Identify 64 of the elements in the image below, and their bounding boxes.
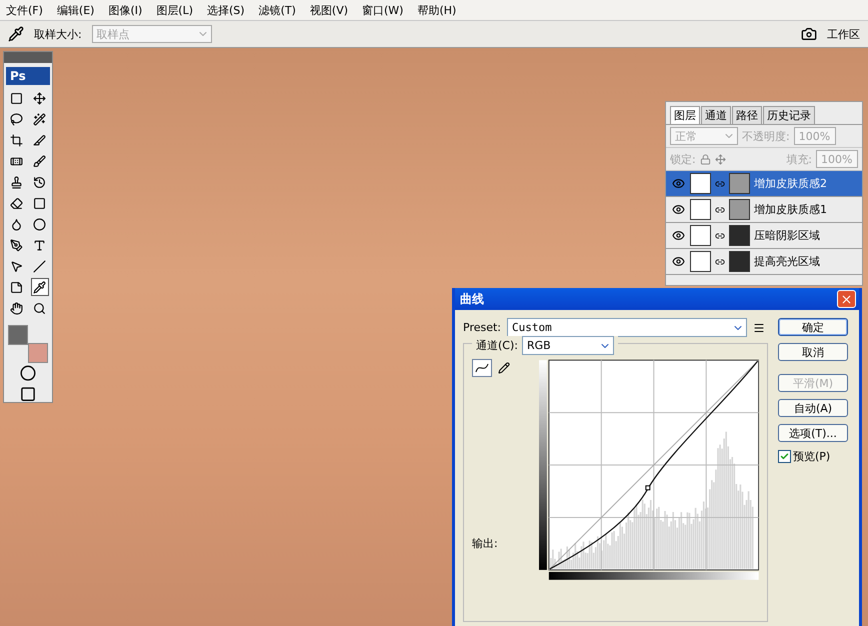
pencil-icon[interactable] — [498, 362, 510, 374]
layer-row[interactable]: 增加皮肤质感2 — [666, 171, 862, 197]
menu-item[interactable]: 帮助(H) — [417, 2, 456, 18]
layer-row[interactable]: 提高亮光区域 — [666, 249, 862, 275]
preset-dropdown[interactable]: Custom — [507, 318, 748, 337]
panel-tab[interactable]: 图层 — [670, 106, 700, 124]
dialog-button[interactable]: 选项(T)... — [778, 424, 848, 442]
dialog-button[interactable]: 取消 — [778, 343, 848, 361]
close-button[interactable] — [837, 290, 856, 308]
eye-icon[interactable] — [672, 203, 684, 216]
quick-mask-icon[interactable] — [19, 365, 37, 382]
eyedropper-icon[interactable] — [30, 278, 48, 296]
layer-name: 压暗阴影区域 — [754, 228, 820, 243]
layer-row[interactable]: 增加皮肤质感1 — [666, 197, 862, 223]
preset-label: Preset: — [463, 321, 502, 334]
channel-label: 通道(C): — [476, 338, 518, 353]
dialog-title: 曲线 — [460, 290, 484, 308]
panel-tab[interactable]: 通道 — [701, 106, 731, 124]
menu-item[interactable]: 窗口(W) — [362, 2, 404, 18]
list-menu-icon[interactable] — [753, 322, 766, 334]
opacity-label: 不透明度: — [742, 128, 790, 144]
output-label: 输出: — [472, 536, 499, 551]
eye-icon[interactable] — [672, 229, 684, 242]
curve-tool-button[interactable] — [472, 359, 492, 377]
fill-label: 填充: — [786, 152, 812, 166]
workspace-button[interactable]: 工作区 — [827, 26, 860, 42]
color-swatch[interactable] — [28, 343, 48, 364]
link-icon — [715, 178, 725, 188]
screen-mode-icon[interactable] — [19, 386, 37, 402]
eye-icon[interactable] — [672, 255, 684, 268]
curves-thumbnail — [690, 199, 711, 220]
camera-icon[interactable] — [801, 26, 817, 42]
panel-tab[interactable]: 路径 — [732, 106, 762, 124]
link-icon — [715, 230, 725, 240]
layer-name: 增加皮肤质感2 — [754, 176, 827, 191]
panel-tab[interactable]: 历史记录 — [763, 106, 815, 124]
curves-thumbnail — [690, 251, 711, 272]
curve-icon[interactable] — [475, 362, 489, 374]
curves-thumbnail — [690, 173, 711, 194]
dialog-button[interactable]: 确定 — [778, 318, 848, 336]
preview-label: 预览(P) — [793, 449, 830, 464]
dialog-button[interactable]: 自动(A) — [778, 399, 848, 417]
curve-point[interactable] — [646, 485, 651, 490]
eyedropper-icon[interactable] — [8, 26, 24, 42]
sample-size-label: 取样大小: — [34, 26, 82, 42]
link-icon — [715, 204, 725, 214]
color-swatch[interactable] — [8, 325, 28, 346]
app-logo: Ps — [6, 66, 50, 86]
close-icon[interactable] — [840, 292, 853, 306]
layer-row[interactable]: 压暗阴影区域 — [666, 223, 862, 249]
menu-item[interactable]: 选择(S) — [207, 2, 245, 18]
lock-label: 锁定: — [670, 152, 696, 166]
curves-thumbnail — [690, 225, 711, 246]
menu-item[interactable]: 编辑(E) — [56, 2, 94, 18]
menu-item[interactable]: 图像(I) — [108, 2, 142, 18]
menu-item[interactable]: 文件(F) — [6, 2, 43, 18]
lock-icon[interactable] — [700, 154, 711, 164]
menu-item[interactable]: 视图(V) — [310, 2, 348, 18]
menu-item[interactable]: 图层(L) — [156, 2, 194, 18]
layer-name: 提高亮光区域 — [754, 254, 820, 269]
layer-name: 增加皮肤质感1 — [754, 202, 827, 217]
menu-item[interactable]: 滤镜(T) — [258, 2, 296, 18]
link-icon — [715, 256, 725, 266]
channel-dropdown[interactable]: RGB — [522, 336, 614, 355]
